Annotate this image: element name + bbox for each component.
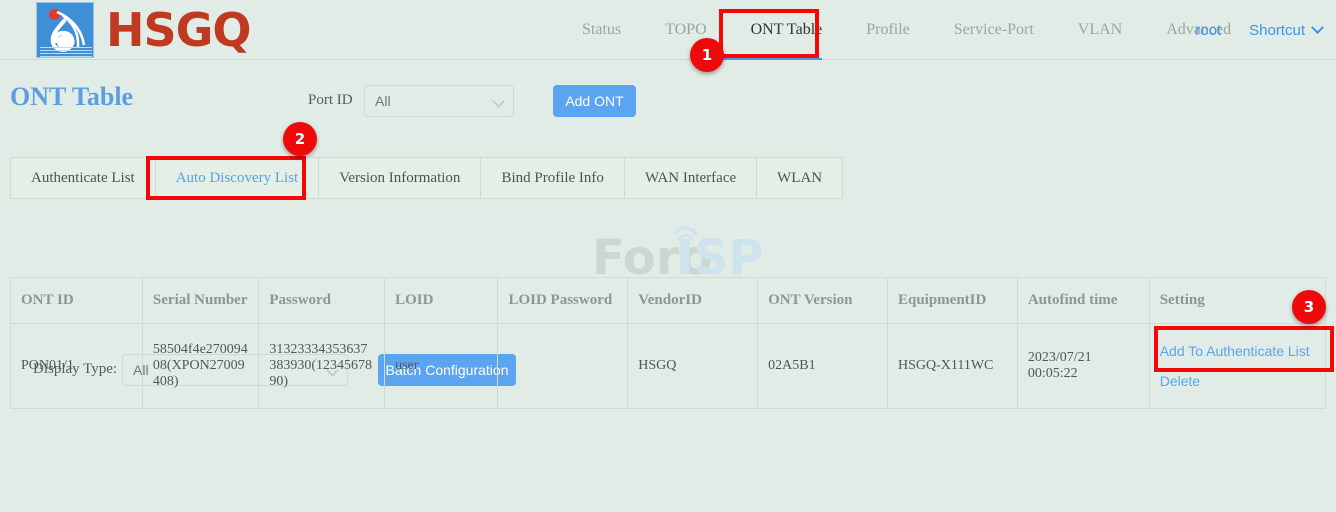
- table-header-row: ONT ID Serial Number Password LOID LOID …: [11, 278, 1326, 324]
- nav-item-profile[interactable]: Profile: [844, 0, 932, 60]
- logo-stripes: [40, 47, 92, 55]
- active-nav-underline: [718, 58, 822, 60]
- cell-equipment-id: HSGQ-X111WC: [887, 324, 1017, 409]
- user-link[interactable]: root: [1181, 22, 1235, 39]
- cell-loid-password: [498, 324, 628, 409]
- port-id-label: Port ID: [308, 92, 353, 109]
- annotation-badge-2: 2: [283, 122, 317, 156]
- cell-ont-version: 02A5B1: [758, 324, 888, 409]
- cell-loid: user: [385, 324, 498, 409]
- cell-password: 31323334353637383930(1234567890): [259, 324, 385, 409]
- nav-right-group: root Shortcut: [1181, 0, 1322, 60]
- tab-version-information[interactable]: Version Information: [319, 157, 481, 199]
- tab-wlan[interactable]: WLAN: [757, 157, 843, 199]
- page-header-row: ONT Table Port ID All Add ONT: [0, 80, 1336, 130]
- col-serial-number: Serial Number: [142, 278, 258, 324]
- chevron-down-icon: [492, 95, 505, 108]
- port-id-select[interactable]: All: [364, 85, 514, 117]
- col-password: Password: [259, 278, 385, 324]
- cell-ont-id: PON01/1: [11, 324, 143, 409]
- col-autofind-time: Autofind time: [1017, 278, 1149, 324]
- watermark-text-blue: ISP: [676, 230, 762, 284]
- col-vendor-id: VendorID: [628, 278, 758, 324]
- ont-table: ONT ID Serial Number Password LOID LOID …: [10, 277, 1326, 409]
- nav-item-ont-table[interactable]: ONT Table: [729, 0, 845, 60]
- cell-setting: Add To Authenticate List Delete: [1149, 324, 1325, 409]
- tab-authenticate-list[interactable]: Authenticate List: [10, 157, 156, 199]
- cell-autofind-time: 2023/07/21 00:05:22: [1017, 324, 1149, 409]
- delete-link[interactable]: Delete: [1160, 373, 1315, 389]
- col-loid-password: LOID Password: [498, 278, 628, 324]
- add-to-authenticate-list-link[interactable]: Add To Authenticate List: [1160, 343, 1315, 359]
- col-loid: LOID: [385, 278, 498, 324]
- tab-wan-interface[interactable]: WAN Interface: [625, 157, 757, 199]
- table-row: PON01/1 58504f4e27009408(XPON27009408) 3…: [11, 324, 1326, 409]
- annotation-badge-1: 1: [690, 38, 724, 72]
- tab-bar: Authenticate List Auto Discovery List Ve…: [10, 157, 843, 199]
- page-title: ONT Table: [10, 82, 133, 112]
- tab-bind-profile-info[interactable]: Bind Profile Info: [481, 157, 625, 199]
- shortcut-link[interactable]: Shortcut: [1235, 22, 1319, 39]
- col-ont-version: ONT Version: [758, 278, 888, 324]
- annotation-badge-3: 3: [1292, 290, 1326, 324]
- tab-auto-discovery-list[interactable]: Auto Discovery List: [156, 157, 319, 199]
- add-ont-button[interactable]: Add ONT: [553, 85, 636, 117]
- foroisp-watermark: Foro ISP: [592, 212, 762, 284]
- cell-serial-number: 58504f4e27009408(XPON27009408): [142, 324, 258, 409]
- nav-item-service-port[interactable]: Service-Port: [932, 0, 1056, 60]
- nav-item-vlan[interactable]: VLAN: [1056, 0, 1144, 60]
- main-nav: Status TOPO ONT Table Profile Service-Po…: [560, 0, 1253, 60]
- nav-item-status[interactable]: Status: [560, 0, 643, 60]
- brand-name: HSGQ: [106, 7, 251, 53]
- col-equipment-id: EquipmentID: [887, 278, 1017, 324]
- hsgq-logo-icon: [36, 2, 94, 58]
- brand-logo[interactable]: HSGQ: [36, 0, 251, 60]
- col-ont-id: ONT ID: [11, 278, 143, 324]
- cell-vendor-id: HSGQ: [628, 324, 758, 409]
- watermark-text-gray: Foro: [592, 230, 712, 284]
- app-header: HSGQ Status TOPO ONT Table Profile Servi…: [0, 0, 1336, 60]
- port-id-value: All: [375, 93, 391, 109]
